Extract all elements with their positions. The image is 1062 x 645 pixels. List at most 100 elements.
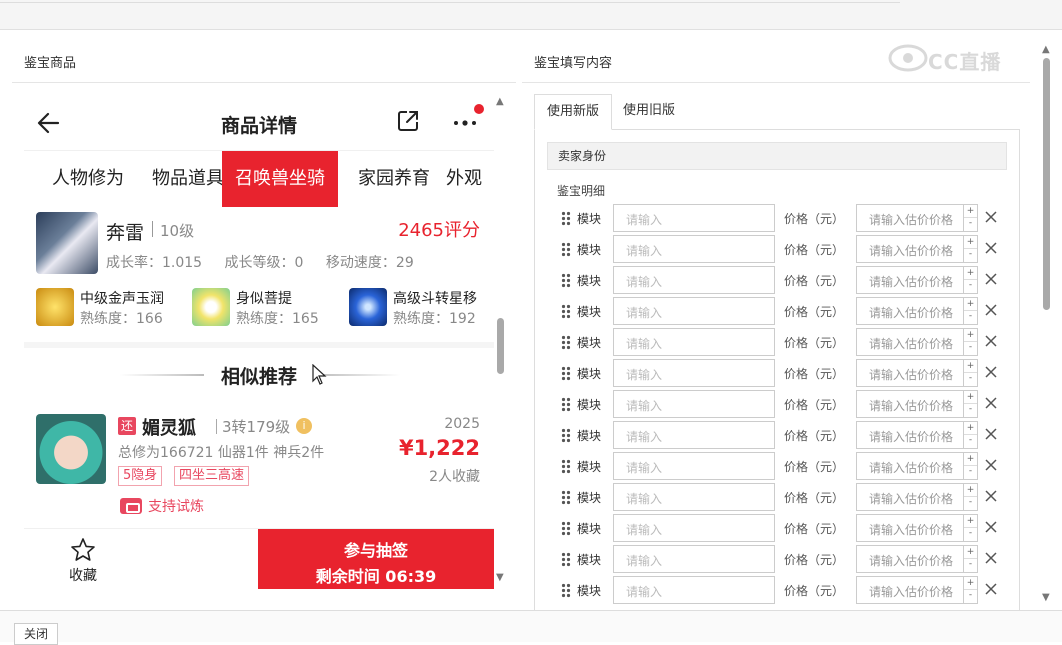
remove-row-icon[interactable] [984, 334, 998, 348]
price-stepper[interactable]: + - [964, 421, 978, 449]
increment-button[interactable]: + [964, 484, 977, 497]
drag-handle-icon[interactable] [561, 521, 571, 536]
increment-button[interactable]: + [964, 515, 977, 528]
increment-button[interactable]: + [964, 453, 977, 466]
scrollbar-thumb[interactable] [1043, 58, 1050, 310]
module-input[interactable]: 请输入 [613, 204, 775, 232]
price-stepper[interactable]: + - [964, 545, 978, 573]
increment-button[interactable]: + [964, 205, 977, 218]
price-input[interactable]: 请输入估价价格 [856, 266, 964, 294]
remove-row-icon[interactable] [984, 489, 998, 503]
module-input[interactable]: 请输入 [613, 452, 775, 480]
decrement-button[interactable]: - [964, 249, 977, 262]
increment-button[interactable]: + [964, 391, 977, 404]
decrement-button[interactable]: - [964, 466, 977, 479]
price-stepper[interactable]: + - [964, 204, 978, 232]
drag-handle-icon[interactable] [561, 490, 571, 505]
drag-handle-icon[interactable] [561, 366, 571, 381]
remove-row-icon[interactable] [984, 365, 998, 379]
module-input[interactable]: 请输入 [613, 421, 775, 449]
decrement-button[interactable]: - [964, 218, 977, 231]
module-input[interactable]: 请输入 [613, 576, 775, 604]
price-stepper[interactable]: + - [964, 452, 978, 480]
remove-row-icon[interactable] [984, 458, 998, 472]
increment-button[interactable]: + [964, 267, 977, 280]
module-input[interactable]: 请输入 [613, 545, 775, 573]
tab-character[interactable]: 人物修为 [36, 151, 140, 207]
decrement-button[interactable]: - [964, 559, 977, 572]
drag-handle-icon[interactable] [561, 211, 571, 226]
price-stepper[interactable]: + - [964, 576, 978, 604]
remove-row-icon[interactable] [984, 241, 998, 255]
remove-row-icon[interactable] [984, 303, 998, 317]
drag-handle-icon[interactable] [561, 273, 571, 288]
remove-row-icon[interactable] [984, 427, 998, 441]
join-lottery-button[interactable]: 参与抽签 剩余时间 06:39 [258, 529, 494, 589]
remove-row-icon[interactable] [984, 582, 998, 596]
scrollbar-thumb[interactable] [497, 318, 504, 374]
price-stepper[interactable]: + - [964, 266, 978, 294]
increment-button[interactable]: + [964, 360, 977, 373]
module-input[interactable]: 请输入 [613, 483, 775, 511]
drag-handle-icon[interactable] [561, 397, 571, 412]
scroll-down-arrow-icon[interactable]: ▼ [496, 572, 504, 583]
tab-old-version[interactable]: 使用旧版 [611, 94, 687, 130]
decrement-button[interactable]: - [964, 404, 977, 417]
tab-home[interactable]: 家园养育 [342, 151, 446, 207]
info-icon[interactable]: i [296, 418, 312, 434]
form-scrollbar[interactable]: ▲ ▼ [1040, 44, 1054, 610]
drag-handle-icon[interactable] [561, 459, 571, 474]
remove-row-icon[interactable] [984, 551, 998, 565]
drag-handle-icon[interactable] [561, 242, 571, 257]
increment-button[interactable]: + [964, 236, 977, 249]
decrement-button[interactable]: - [964, 435, 977, 448]
share-icon[interactable] [396, 109, 420, 133]
increment-button[interactable]: + [964, 298, 977, 311]
decrement-button[interactable]: - [964, 497, 977, 510]
tab-new-version[interactable]: 使用新版 [534, 94, 613, 130]
price-input[interactable]: 请输入估价价格 [856, 545, 964, 573]
scroll-up-arrow-icon[interactable]: ▲ [1042, 44, 1050, 55]
scroll-up-arrow-icon[interactable]: ▲ [496, 96, 504, 107]
increment-button[interactable]: + [964, 577, 977, 590]
decrement-button[interactable]: - [964, 311, 977, 324]
increment-button[interactable]: + [964, 546, 977, 559]
phone-scrollbar[interactable]: ▲ ▼ [494, 92, 508, 590]
increment-button[interactable]: + [964, 329, 977, 342]
price-stepper[interactable]: + - [964, 483, 978, 511]
price-input[interactable]: 请输入估价价格 [856, 328, 964, 356]
drag-handle-icon[interactable] [561, 335, 571, 350]
decrement-button[interactable]: - [964, 528, 977, 541]
remove-row-icon[interactable] [984, 272, 998, 286]
module-input[interactable]: 请输入 [613, 359, 775, 387]
recommendation-card[interactable]: 还 媚灵狐 3转179级 i 2025 总修为166721 仙器1件 神兵2件 … [36, 414, 482, 524]
more-options-icon[interactable] [452, 112, 480, 134]
remove-row-icon[interactable] [984, 520, 998, 534]
price-stepper[interactable]: + - [964, 235, 978, 263]
module-input[interactable]: 请输入 [613, 328, 775, 356]
tab-appearance[interactable]: 外观 [436, 151, 492, 207]
decrement-button[interactable]: - [964, 373, 977, 386]
remove-row-icon[interactable] [984, 396, 998, 410]
price-input[interactable]: 请输入估价价格 [856, 204, 964, 232]
price-input[interactable]: 请输入估价价格 [856, 452, 964, 480]
price-stepper[interactable]: + - [964, 514, 978, 542]
remove-row-icon[interactable] [984, 210, 998, 224]
seller-identity-section[interactable]: 卖家身份 [547, 142, 1007, 170]
price-stepper[interactable]: + - [964, 297, 978, 325]
price-input[interactable]: 请输入估价价格 [856, 390, 964, 418]
price-input[interactable]: 请输入估价价格 [856, 576, 964, 604]
decrement-button[interactable]: - [964, 280, 977, 293]
price-input[interactable]: 请输入估价价格 [856, 359, 964, 387]
drag-handle-icon[interactable] [561, 552, 571, 567]
price-input[interactable]: 请输入估价价格 [856, 483, 964, 511]
drag-handle-icon[interactable] [561, 304, 571, 319]
price-stepper[interactable]: + - [964, 328, 978, 356]
drag-handle-icon[interactable] [561, 583, 571, 598]
price-input[interactable]: 请输入估价价格 [856, 421, 964, 449]
scroll-down-arrow-icon[interactable]: ▼ [1042, 592, 1050, 603]
decrement-button[interactable]: - [964, 590, 977, 603]
module-input[interactable]: 请输入 [613, 235, 775, 263]
decrement-button[interactable]: - [964, 342, 977, 355]
price-stepper[interactable]: + - [964, 390, 978, 418]
